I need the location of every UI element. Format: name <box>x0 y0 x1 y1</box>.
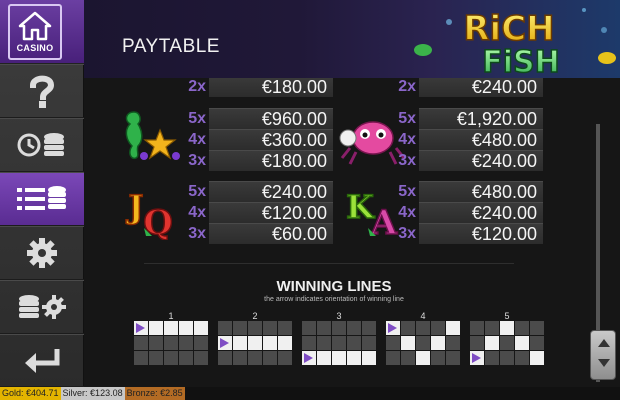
history-button[interactable] <box>0 118 84 172</box>
payout-amount: €1,920.00 <box>419 108 543 129</box>
winning-line-3: 3 <box>302 311 376 365</box>
history-coins-icon <box>17 133 64 157</box>
line-cells <box>302 321 376 365</box>
casino-home-box: CASINO <box>8 3 62 60</box>
help-button[interactable] <box>0 64 84 118</box>
multiplier: 3x <box>398 225 416 242</box>
winning-line-5: 5 <box>470 311 544 365</box>
gear-icon <box>27 238 57 268</box>
multiplier: 5x <box>398 110 416 127</box>
line-cells <box>470 321 544 365</box>
winning-lines-subtitle: the arrow indicates orientation of winni… <box>264 296 404 303</box>
line-cells <box>218 321 292 365</box>
payout-amount: €240.00 <box>419 78 543 97</box>
scroll-down-arrow-icon <box>598 359 610 367</box>
line-cells <box>134 321 208 365</box>
multiplier: 3x <box>398 152 416 169</box>
payout-amount: €120.00 <box>209 202 333 223</box>
payout-amount: €360.00 <box>209 129 333 150</box>
home-icon <box>18 11 52 40</box>
payout-amount: €480.00 <box>419 181 543 202</box>
paytable-button[interactable] <box>0 172 98 227</box>
payout-amount: €480.00 <box>419 129 543 150</box>
jackpot-bar: Gold: €404.71 Silver: €123.08 Bronze: €2.8… <box>0 387 620 400</box>
settings-button[interactable] <box>0 226 84 280</box>
multiplier: 4x <box>188 204 206 221</box>
winning-line-1: 1 <box>134 311 208 365</box>
scroll-up-arrow-icon <box>598 339 610 347</box>
multiplier: 2x <box>398 78 416 95</box>
logo-text-rich: RiCH <box>463 9 554 49</box>
coins-gear-icon <box>19 295 66 319</box>
casino-home-button[interactable]: CASINO <box>0 0 84 64</box>
payout-amount: €240.00 <box>419 150 543 171</box>
line-number: 4 <box>420 311 426 321</box>
multiplier: 5x <box>398 183 416 200</box>
seahorse-starfish-symbol <box>125 111 180 160</box>
payout-amount: €960.00 <box>209 108 333 129</box>
sidebar: CASINO <box>0 0 98 387</box>
multiplier: 5x <box>188 110 206 127</box>
multiplier: 4x <box>398 131 416 148</box>
bronze-jackpot: Bronze: €2.85 <box>124 387 185 400</box>
coin-settings-button[interactable] <box>0 280 84 334</box>
back-arrow-icon <box>25 348 60 373</box>
multiplier: 3x <box>188 225 206 242</box>
multiplier: 3x <box>188 152 206 169</box>
payout-amount: €240.00 <box>209 181 333 202</box>
line-cells <box>386 321 460 365</box>
payout-amount: €120.00 <box>419 223 543 244</box>
line-number: 1 <box>168 311 174 321</box>
silver-jackpot: Silver: €123.08 <box>60 387 125 400</box>
header: PAYTABLE RiCH FiSH <box>84 0 620 78</box>
payout-amount: €180.00 <box>209 150 333 171</box>
multiplier: 4x <box>398 204 416 221</box>
line-number: 5 <box>504 311 510 321</box>
section-divider <box>144 263 514 264</box>
jq-symbol: J Q <box>125 187 174 240</box>
line-number: 3 <box>336 311 342 321</box>
multiplier: 4x <box>188 131 206 148</box>
casino-label: CASINO <box>16 42 54 53</box>
winning-line-4: 4 <box>386 311 460 365</box>
payout-amount: €180.00 <box>209 78 333 97</box>
payout-amount: €60.00 <box>209 223 333 244</box>
winning-line-2: 2 <box>218 311 292 365</box>
line-number: 2 <box>252 311 258 321</box>
page-title: PAYTABLE <box>122 36 220 57</box>
scroll-handle[interactable] <box>590 330 616 380</box>
winning-lines-title: WINNING LINES <box>276 278 392 295</box>
logo-text-fish: FiSH <box>482 45 560 78</box>
multiplier: 2x <box>188 78 206 95</box>
paytable-content[interactable]: 2x €180.00 2x €240.00 5x €960.00 4x €360… <box>84 78 620 387</box>
multiplier: 5x <box>188 183 206 200</box>
gold-jackpot: Gold: €404.71 <box>0 387 61 400</box>
paytable-list-icon <box>17 186 66 210</box>
payout-amount: €240.00 <box>419 202 543 223</box>
svg-text:J: J <box>125 188 143 226</box>
question-icon <box>29 75 55 108</box>
rich-fish-logo: RiCH FiSH <box>414 8 616 78</box>
back-button[interactable] <box>0 334 84 387</box>
